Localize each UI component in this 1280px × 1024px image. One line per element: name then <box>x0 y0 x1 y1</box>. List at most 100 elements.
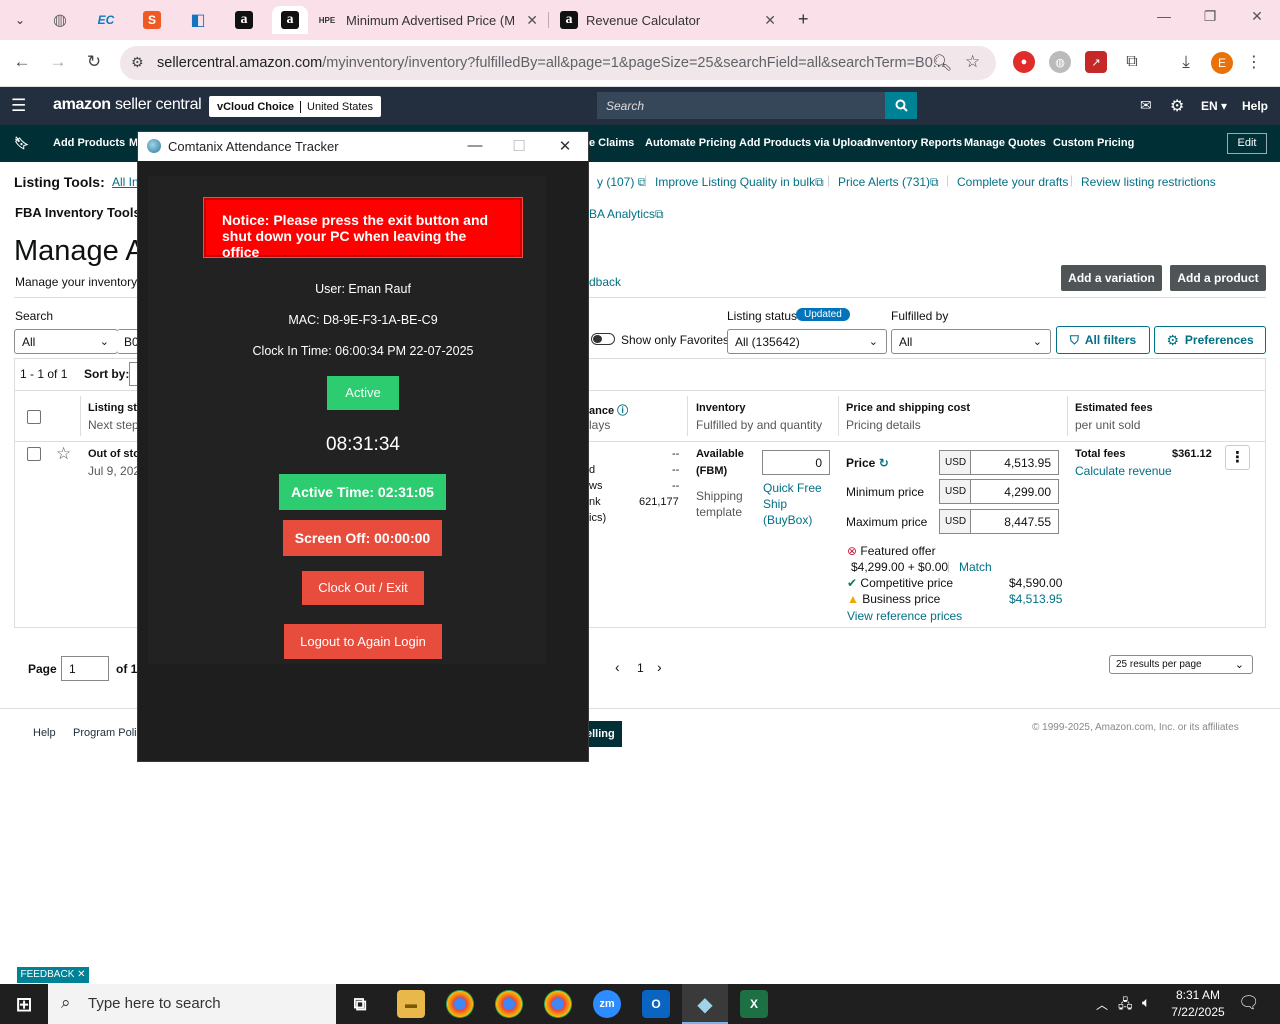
language-selector[interactable]: EN ▾ <box>1201 99 1227 113</box>
next-page-icon[interactable]: › <box>657 659 662 675</box>
business-price-value[interactable]: $4,513.95 <box>1009 592 1062 606</box>
pinned-tab-5[interactable]: a <box>226 6 262 34</box>
clock-out-exit-button[interactable]: Clock Out / Exit <box>302 571 424 605</box>
tab-search-button[interactable]: ⌄ <box>2 6 38 34</box>
seller-central-logo[interactable]: amazon seller central <box>53 96 202 114</box>
address-bar[interactable]: ⚙ sellercentral.amazon.com/myinventory/i… <box>120 46 996 80</box>
pinned-tab-2[interactable]: EC <box>88 6 124 34</box>
taskbar-search-input[interactable]: ⌕ Type here to search <box>48 984 336 1024</box>
zoom-icon[interactable]: zm <box>593 990 621 1018</box>
min-price-input[interactable]: 4,299.00 <box>970 479 1059 504</box>
site-info-icon[interactable]: ⚙ <box>131 54 144 71</box>
bookmark-star-icon[interactable]: ☆ <box>965 52 980 72</box>
search-term-input[interactable]: B0 <box>117 329 139 354</box>
feedback-link[interactable]: dback <box>589 275 621 289</box>
restore-icon[interactable]: ❐ <box>1187 8 1233 25</box>
logout-login-button[interactable]: Logout to Again Login <box>284 624 442 659</box>
zoom-search-icon[interactable]: 🔍︎ <box>932 53 952 73</box>
shipping-template-link-3[interactable]: (BuyBox) <box>763 513 812 527</box>
profile-avatar[interactable]: E <box>1211 52 1233 74</box>
new-tab-button[interactable]: + <box>798 9 809 30</box>
extension-globe-icon[interactable]: ◍ <box>1049 51 1071 73</box>
listing-tool-all-inventory[interactable]: All In <box>112 175 139 189</box>
attendance-tracker-titlebar[interactable]: Comtanix Attendance Tracker — ☐ ✕ <box>138 132 588 161</box>
select-all-checkbox[interactable] <box>27 410 41 424</box>
extensions-puzzle-icon[interactable]: ⧉ <box>1121 51 1143 73</box>
windows-start-icon[interactable]: ⊞ <box>10 990 38 1018</box>
search-field-select[interactable]: All ⌄ <box>14 329 118 354</box>
edit-nav-button[interactable]: Edit <box>1227 133 1267 154</box>
pinned-tab-1[interactable]: ◍ <box>42 6 78 34</box>
header-search-input[interactable]: Search <box>597 92 885 119</box>
listing-tool-complete-drafts[interactable]: Complete your drafts <box>957 175 1068 189</box>
nav-inventory-reports[interactable]: Inventory Reports <box>868 137 962 149</box>
tracker-app-icon[interactable]: ◆ <box>691 990 719 1018</box>
taskbar-time[interactable]: 8:31 AM <box>1170 988 1226 1002</box>
nav-automate-pricing[interactable]: Automate Pricing <box>645 137 736 149</box>
favorites-toggle[interactable] <box>591 333 615 345</box>
outlook-icon[interactable]: O <box>642 990 670 1018</box>
forward-arrow-icon[interactable]: → <box>46 52 70 72</box>
add-product-button[interactable]: Add a product <box>1170 265 1266 291</box>
tray-chevron-icon[interactable]: ︿ <box>1096 996 1108 1013</box>
notification-icon[interactable]: 🗨︎ <box>1238 993 1260 1013</box>
listing-tool-link-1[interactable]: y (107) ⧉ <box>597 175 646 190</box>
extension-pdf-icon[interactable]: ↗ <box>1085 51 1107 73</box>
chrome-profile-2-icon[interactable] <box>544 990 572 1018</box>
network-icon[interactable]: 🖧︎ <box>1118 995 1133 1017</box>
menu-dots-icon[interactable]: ⋮ <box>1243 51 1265 73</box>
view-reference-prices-link[interactable]: View reference prices <box>847 609 962 623</box>
quantity-input[interactable]: 0 <box>762 450 830 475</box>
minimize-icon[interactable]: — <box>1141 8 1187 24</box>
pinned-tab-4[interactable]: ◧ <box>180 6 216 34</box>
hamburger-menu-icon[interactable]: ☰ <box>11 96 26 116</box>
calculate-revenue-link[interactable]: Calculate revenue <box>1075 464 1172 478</box>
chrome-profile-icon[interactable] <box>495 990 523 1018</box>
footer-program-policies-link[interactable]: Program Polic <box>73 727 142 739</box>
row-actions-menu-icon[interactable]: ⋮ <box>1225 445 1250 470</box>
match-price-link[interactable]: Match <box>959 560 992 574</box>
add-variation-button[interactable]: Add a variation <box>1061 265 1162 291</box>
nav-add-products-upload[interactable]: Add Products via Upload <box>739 137 870 149</box>
back-arrow-icon[interactable]: ← <box>10 52 34 72</box>
reload-icon[interactable]: ↻ <box>82 52 106 72</box>
row-checkbox[interactable] <box>27 447 41 461</box>
fulfilled-by-select[interactable]: All ⌄ <box>891 329 1051 354</box>
extension-shield-icon[interactable]: ● <box>1013 51 1035 73</box>
task-view-icon[interactable]: ⧉ <box>346 990 374 1018</box>
help-link[interactable]: Help <box>1242 99 1268 113</box>
close-icon[interactable]: ✕ <box>764 12 776 29</box>
all-filters-button[interactable]: ⛉ All filters <box>1056 326 1150 354</box>
nav-claims[interactable]: e Claims <box>589 137 634 149</box>
bookmark-icon[interactable]: 🔖︎ <box>14 136 29 150</box>
settings-gear-icon[interactable]: ⚙ <box>1170 96 1184 116</box>
mail-icon[interactable]: ✉ <box>1140 97 1152 114</box>
close-icon[interactable]: ✕ <box>526 12 538 29</box>
feedback-tab[interactable]: FEEDBACK ✕ <box>17 967 89 983</box>
page-number-input[interactable]: 1 <box>61 656 109 681</box>
favorite-star-icon[interactable]: ☆ <box>56 444 71 464</box>
preferences-button[interactable]: ⚙ Preferences <box>1154 326 1266 354</box>
tab-minimum-advertised-price[interactable]: HPE Minimum Advertised Price (MA ✕ <box>316 6 544 34</box>
pinned-tab-6-active[interactable]: a <box>272 6 308 34</box>
minimize-icon[interactable]: — <box>460 137 490 154</box>
close-icon[interactable]: ✕ <box>550 137 580 155</box>
prev-page-icon[interactable]: ‹ <box>615 659 620 675</box>
shipping-template-link-2[interactable]: Ship <box>763 497 787 511</box>
listing-status-select[interactable]: All (135642) ⌄ <box>727 329 887 354</box>
nav-add-products[interactable]: Add Products <box>53 137 125 149</box>
excel-icon[interactable]: X <box>740 990 768 1018</box>
listing-tool-price-alerts[interactable]: Price Alerts (731)⧉ <box>838 175 939 190</box>
nav-custom-pricing[interactable]: Custom Pricing <box>1053 137 1134 149</box>
shipping-template-link[interactable]: Quick Free <box>763 481 822 495</box>
store-selector[interactable]: vCloud Choice United States <box>209 96 382 117</box>
pinned-tab-3[interactable]: S <box>134 6 170 34</box>
current-page[interactable]: 1 <box>637 661 644 675</box>
header-search-button[interactable] <box>885 92 917 119</box>
close-window-icon[interactable]: ✕ <box>1234 8 1280 25</box>
file-explorer-icon[interactable]: ▬ <box>397 990 425 1018</box>
nav-manage-quotes[interactable]: Manage Quotes <box>964 137 1046 149</box>
volume-icon[interactable]: 🔈︎ <box>1142 994 1150 1011</box>
maximize-icon[interactable]: ☐ <box>504 137 534 155</box>
footer-help-link[interactable]: Help <box>33 727 56 739</box>
